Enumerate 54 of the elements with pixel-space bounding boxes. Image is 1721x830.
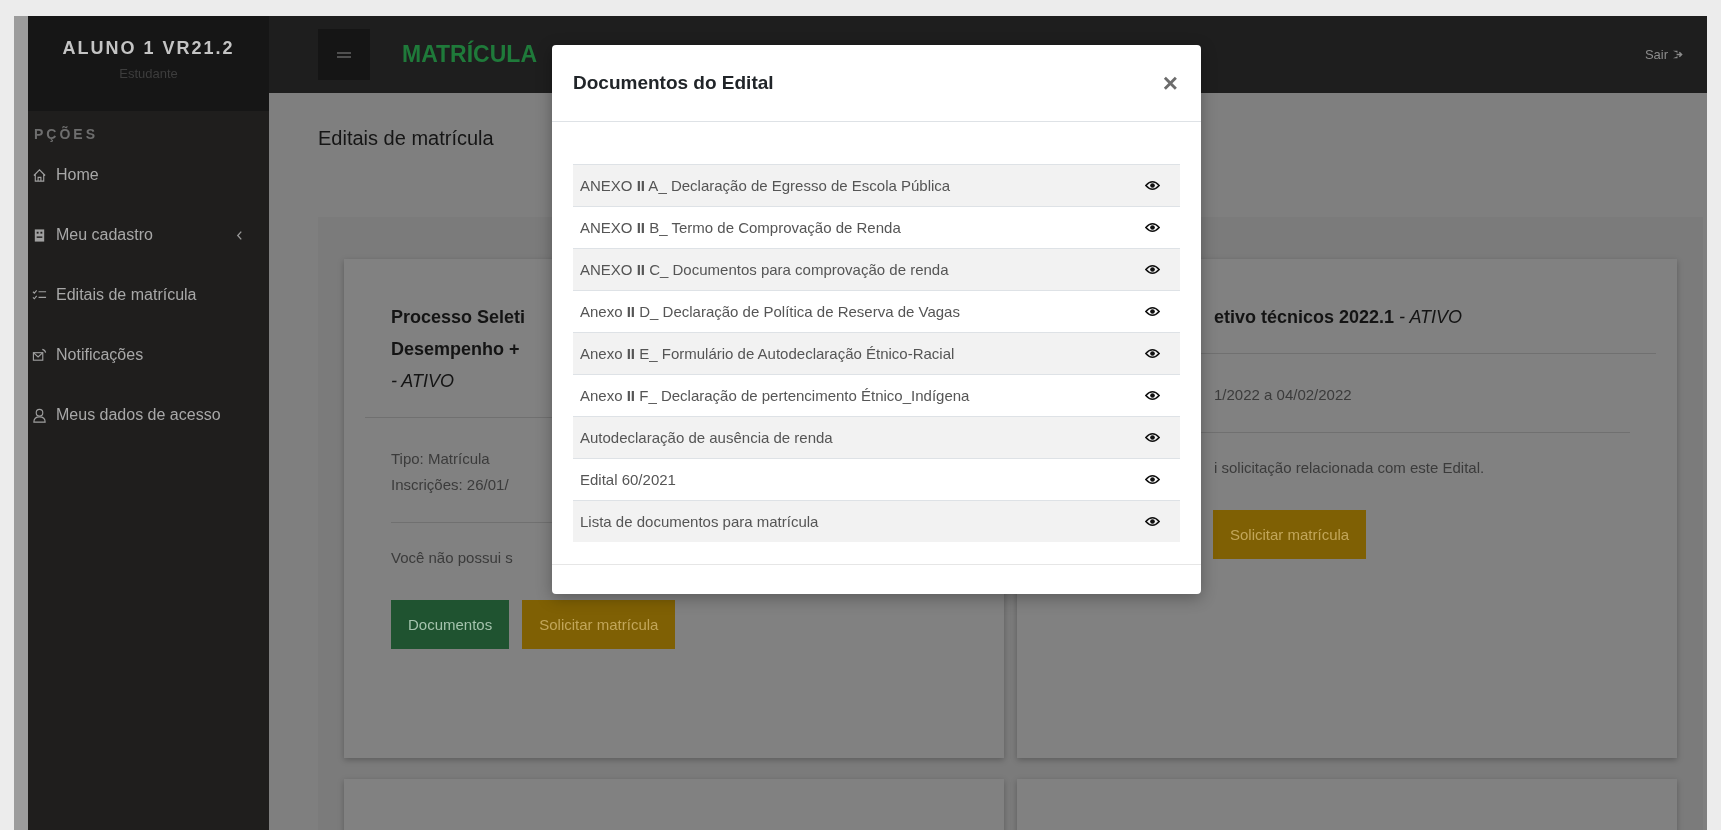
eye-icon[interactable] — [1145, 264, 1160, 275]
eye-icon[interactable] — [1145, 306, 1160, 317]
edital-status: - ATIVO — [391, 371, 454, 391]
list-icon — [32, 287, 47, 303]
id-card-icon — [32, 227, 47, 243]
dialog-title: Documentos do Edital — [573, 72, 774, 94]
document-row[interactable]: ANEXO II A_ Declaração de Egresso de Escola Pública — [573, 164, 1180, 206]
document-name: Anexo II F_ Declaração de pertencimento Étnico_Indígena — [580, 387, 970, 404]
document-name: Anexo II E_ Formulário de Autodeclaração Étnico-Racial — [580, 345, 955, 362]
eye-icon[interactable] — [1145, 390, 1160, 401]
home-icon — [32, 167, 47, 183]
document-name: ANEXO II A_ Declaração de Egresso de Escola Pública — [580, 177, 951, 194]
eye-icon[interactable] — [1145, 516, 1160, 527]
document-name: Edital 60/2021 — [580, 471, 676, 488]
edital-title: Processo Seleti — [391, 307, 526, 327]
sign-out-icon — [1672, 49, 1683, 60]
edital-info: Tipo: Matrícula — [391, 449, 490, 469]
edital-status: - ATIVO — [1399, 307, 1463, 327]
document-name: ANEXO II B_ Termo de Comprovação de Renda — [580, 219, 901, 236]
document-name: ANEXO II C_ Documentos para comprovação de renda — [580, 261, 949, 278]
close-button[interactable]: × — [1158, 70, 1182, 96]
app-title: MATRÍCULA — [402, 41, 537, 68]
documents-button[interactable]: Documentos — [391, 600, 510, 649]
sidebar-item[interactable]: Home — [28, 145, 269, 205]
page-title: Editais de matrícula — [318, 127, 494, 150]
document-row[interactable]: ANEXO II C_ Documentos para comprovação de renda — [573, 248, 1180, 290]
eye-icon[interactable] — [1145, 432, 1160, 443]
user-name: ALUNO 1 VR21.2 — [62, 38, 235, 59]
section-label: PÇÕES — [33, 125, 99, 144]
sidebar-item[interactable]: Notificações — [28, 325, 269, 385]
sidebar-item[interactable]: Editais de matrícula — [28, 265, 269, 325]
document-row[interactable]: Autodeclaração de ausência de renda — [573, 416, 1180, 458]
sidebar-item[interactable]: Meus dados de acesso — [28, 385, 269, 445]
edital-message: Você não possui s — [391, 549, 513, 566]
document-name: Autodeclaração de ausência de renda — [580, 429, 833, 446]
user-icon — [32, 407, 47, 423]
logout-link[interactable]: Sair — [1644, 47, 1683, 62]
edital-info: Inscrições: 26/01/ — [391, 475, 509, 495]
edital-info: 1/2022 a 04/02/2022 — [1214, 385, 1352, 405]
edital-title: Desempenho + — [391, 339, 520, 359]
edital-title: etivo técnicos 2022.1 — [1214, 307, 1395, 327]
eye-icon[interactable] — [1145, 180, 1160, 191]
chevron-icon — [236, 229, 243, 241]
eye-icon[interactable] — [1145, 222, 1160, 233]
menu-icon — [337, 50, 351, 59]
document-row[interactable]: Lista de documentos para matrícula — [573, 500, 1180, 542]
document-name: Lista de documentos para matrícula — [580, 513, 819, 530]
eye-icon[interactable] — [1145, 474, 1160, 485]
envelope-icon — [32, 347, 47, 363]
document-name: Anexo II D_ Declaração de Política de Reserva de Vagas — [580, 303, 960, 320]
eye-icon[interactable] — [1145, 348, 1160, 359]
edital-message: i solicitação relacionada com este Edital. — [1214, 459, 1485, 476]
document-row[interactable]: Anexo II E_ Formulário de Autodeclaração Étnico-Racial — [573, 332, 1180, 374]
sidebar-item[interactable]: Meu cadastro — [28, 205, 269, 265]
